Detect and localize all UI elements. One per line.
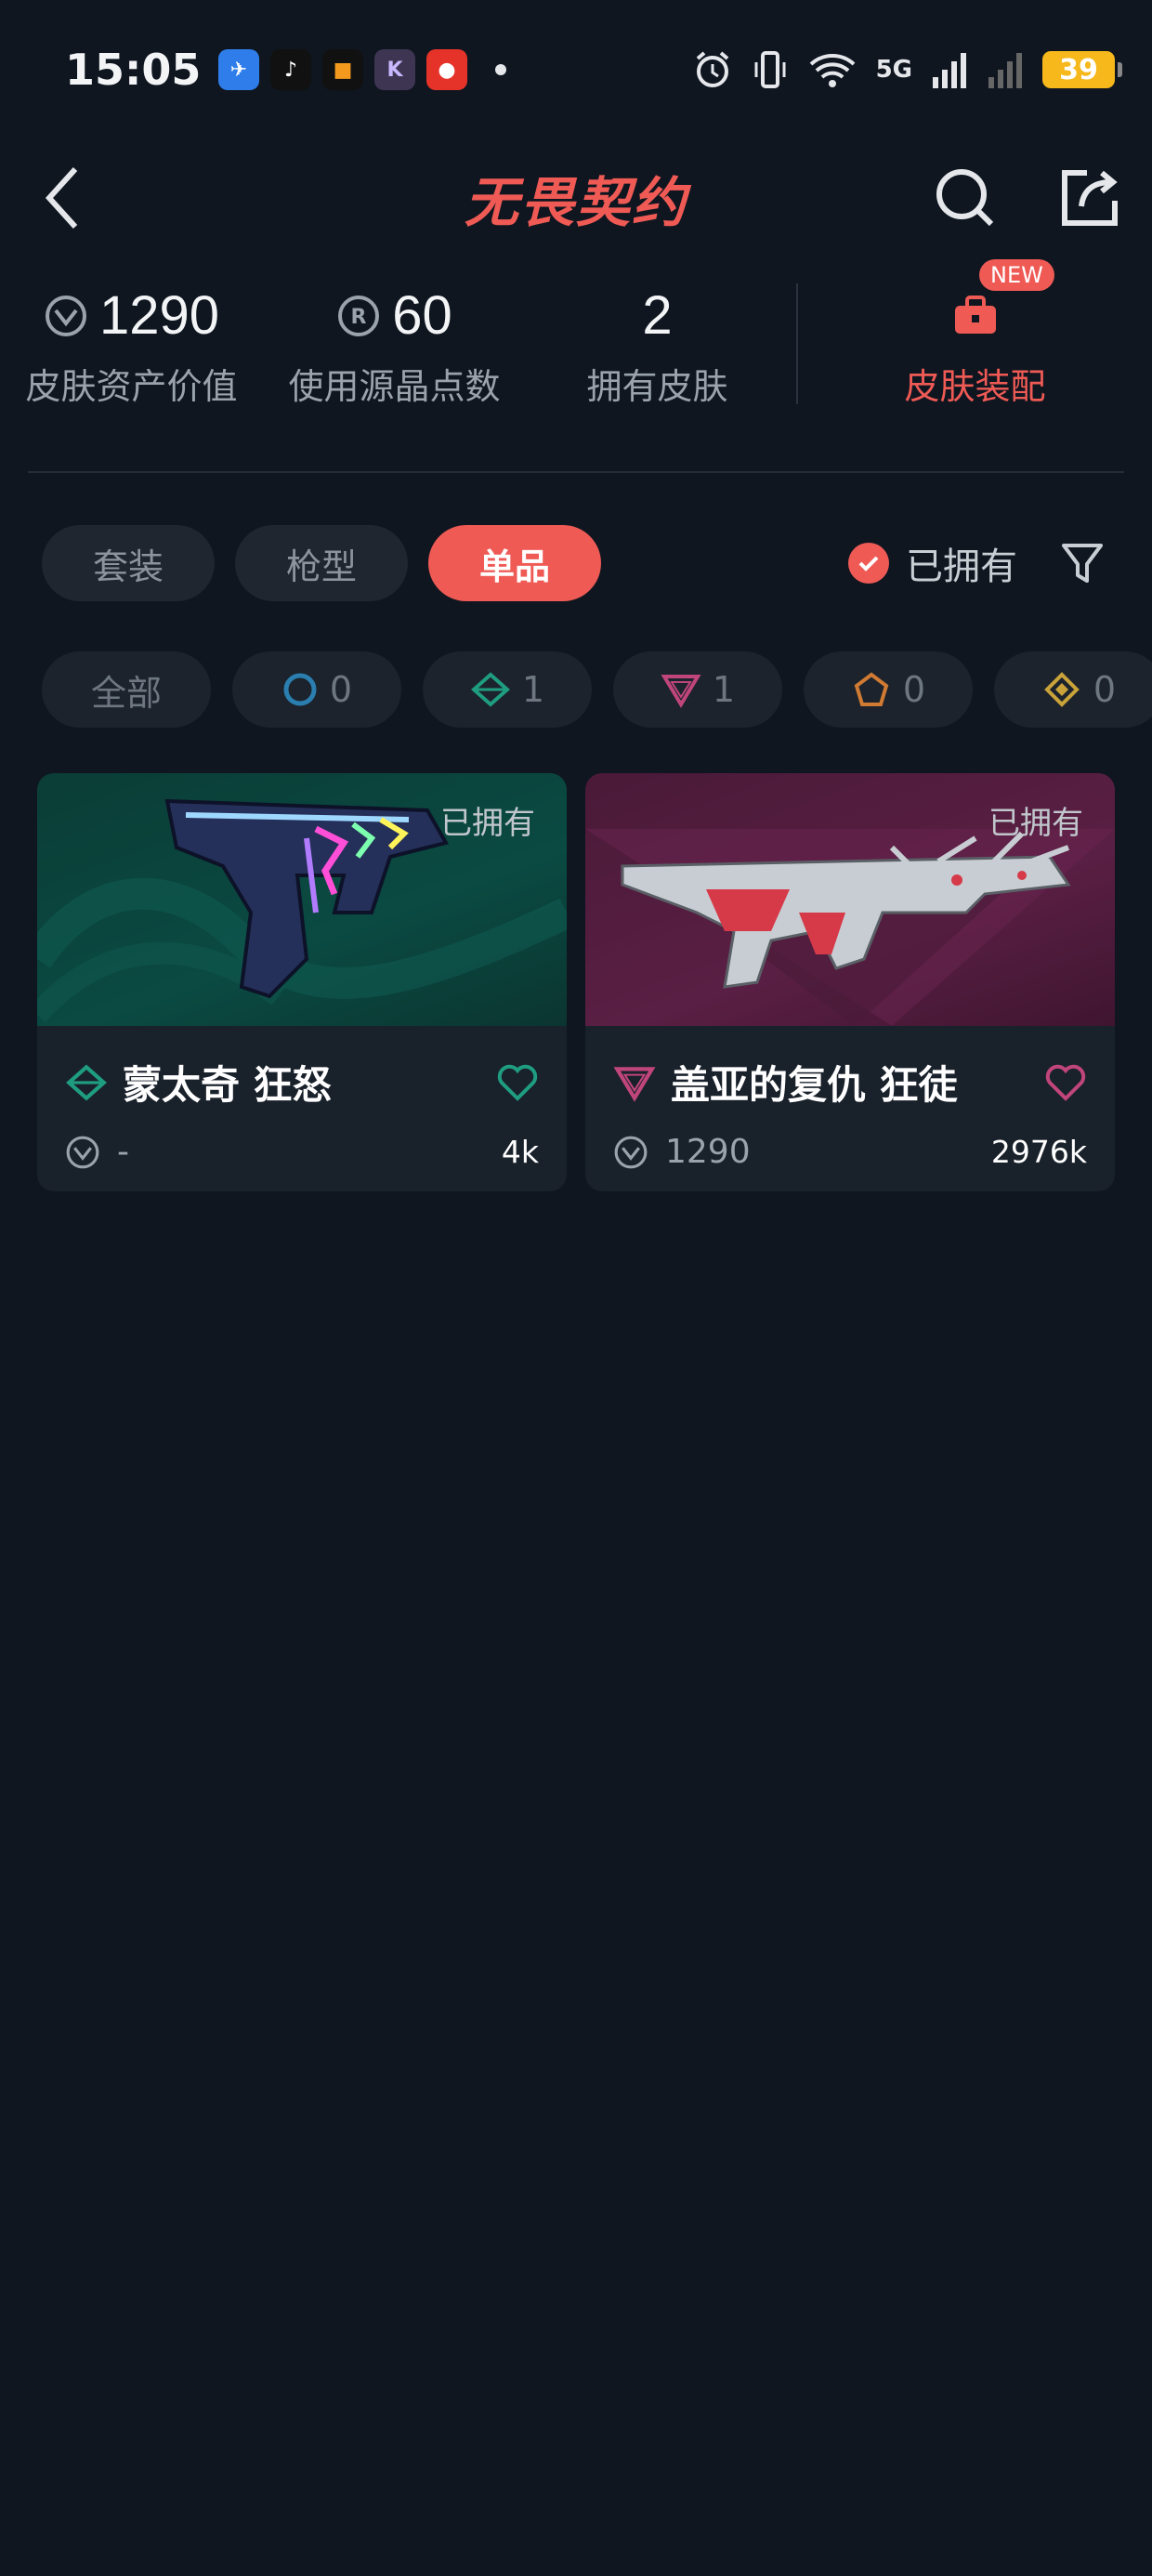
rarity-chip-count: 1 bbox=[521, 669, 545, 710]
heart-icon[interactable] bbox=[1044, 1063, 1087, 1102]
signal-secondary-icon bbox=[988, 53, 1022, 88]
tab-bundles[interactable]: 套装 bbox=[42, 525, 215, 601]
owned-tag: 已拥有 bbox=[440, 805, 535, 842]
search-button[interactable] bbox=[931, 164, 1000, 232]
share-button[interactable] bbox=[1055, 164, 1124, 232]
heart-icon[interactable] bbox=[496, 1063, 539, 1102]
skin-price: 1290 bbox=[665, 1133, 751, 1171]
skin-grid: 已拥有 蒙太奇 狂怒 - 4k 已拥有 盖亚的复仇 狂徒 1290 2976k bbox=[0, 773, 1152, 1191]
radianite-label: 使用源晶点数 bbox=[288, 365, 501, 407]
rarity-chip-premium[interactable]: 1 bbox=[613, 651, 782, 728]
ultra-tier-icon bbox=[854, 672, 889, 706]
like-count: 2976k bbox=[990, 1134, 1087, 1170]
new-badge: NEW bbox=[979, 258, 1054, 291]
signal-icon bbox=[933, 53, 966, 88]
search-icon bbox=[936, 168, 994, 226]
stats-panel: 1290 皮肤资产价值 R 60 使用源晶点数 2 拥有皮肤 NEW 皮肤装配 bbox=[0, 258, 1152, 423]
skin-count: 2 bbox=[642, 285, 673, 346]
filter-button[interactable] bbox=[1054, 535, 1110, 591]
owned-filter-label: 已拥有 bbox=[906, 545, 1017, 588]
section-divider bbox=[28, 471, 1124, 473]
status-bar: 15:05 ✈ ♪ ■ K ● 5G 39 bbox=[0, 0, 1152, 139]
owned-filter-toggle[interactable]: 已拥有 bbox=[848, 536, 1017, 590]
deluxe-tier-icon bbox=[470, 672, 510, 707]
rarity-chip-exclusive[interactable]: 0 bbox=[994, 651, 1152, 728]
skin-equip-button[interactable]: NEW 皮肤装配 bbox=[798, 258, 1152, 409]
asset-value: 1290 bbox=[98, 285, 220, 346]
asset-value-stat: 1290 皮肤资产价值 bbox=[0, 280, 263, 409]
wifi-icon bbox=[809, 54, 855, 87]
svg-text:R: R bbox=[351, 306, 367, 329]
briefcase-icon bbox=[954, 295, 996, 334]
skin-count-label: 拥有皮肤 bbox=[586, 365, 728, 407]
checkmark-icon bbox=[848, 543, 889, 584]
valorant-points-icon bbox=[614, 1136, 648, 1168]
feishu-icon: ✈ bbox=[218, 49, 259, 90]
asset-value-label: 皮肤资产价值 bbox=[25, 365, 238, 407]
radianite-points: 60 bbox=[392, 285, 452, 346]
share-icon bbox=[1062, 169, 1118, 226]
vibrate-icon bbox=[754, 51, 786, 88]
filter-icon bbox=[1062, 544, 1103, 583]
nav-bar: 无畏契约 bbox=[0, 139, 1152, 256]
exclusive-tier-icon bbox=[1044, 672, 1080, 707]
owned-tag: 已拥有 bbox=[988, 805, 1083, 842]
network-type: 5G bbox=[875, 56, 912, 84]
tab-single-items[interactable]: 单品 bbox=[428, 525, 601, 601]
rarity-chip-all[interactable]: 全部 bbox=[42, 651, 211, 728]
deluxe-tier-icon bbox=[66, 1063, 107, 1101]
rarity-chip-select[interactable]: 0 bbox=[232, 651, 401, 728]
rarity-chip-deluxe[interactable]: 1 bbox=[423, 651, 592, 728]
tiktok-icon: ♪ bbox=[270, 49, 311, 90]
skin-image: 已拥有 bbox=[585, 773, 1115, 1026]
red-app-icon: ● bbox=[426, 49, 467, 90]
more-notifications-dot bbox=[495, 64, 506, 75]
radianite-icon: R bbox=[338, 295, 380, 336]
battery-indicator: 39 bbox=[1042, 51, 1122, 88]
skin-card[interactable]: 已拥有 蒙太奇 狂怒 - 4k bbox=[37, 773, 567, 1191]
k-app-icon: K bbox=[374, 49, 415, 90]
premium-tier-icon bbox=[613, 1066, 656, 1102]
rarity-chip-all-label: 全部 bbox=[90, 672, 162, 714]
orange-app-icon: ■ bbox=[322, 49, 363, 90]
like-count: 4k bbox=[501, 1134, 539, 1170]
rarity-chip-count: 0 bbox=[1093, 669, 1117, 710]
skin-card[interactable]: 已拥有 盖亚的复仇 狂徒 1290 2976k bbox=[585, 773, 1115, 1191]
radianite-stat: R 60 使用源晶点数 bbox=[263, 280, 526, 409]
category-tabs: 套装 枪型 单品 已拥有 bbox=[0, 524, 1152, 602]
tab-weapon-type[interactable]: 枪型 bbox=[235, 525, 408, 601]
back-button[interactable] bbox=[28, 164, 97, 232]
alarm-icon bbox=[696, 51, 728, 87]
rarity-filter-row: 全部 0 1 1 0 0 bbox=[0, 651, 1152, 729]
skin-name: 蒙太奇 狂怒 bbox=[123, 1062, 332, 1108]
skin-price: - bbox=[117, 1133, 129, 1171]
skin-equip-label: 皮肤装配 bbox=[904, 365, 1046, 407]
skin-name: 盖亚的复仇 狂徒 bbox=[671, 1062, 958, 1108]
rarity-chip-ultra[interactable]: 0 bbox=[804, 651, 973, 728]
select-tier-icon bbox=[283, 673, 317, 706]
rarity-chip-count: 1 bbox=[712, 669, 736, 710]
chevron-left-icon bbox=[45, 166, 78, 229]
valorant-points-icon bbox=[45, 295, 86, 336]
skin-image: 已拥有 bbox=[37, 773, 567, 1026]
skin-count-stat: 2 拥有皮肤 bbox=[526, 280, 789, 409]
valorant-points-icon bbox=[66, 1136, 99, 1168]
rarity-chip-count: 0 bbox=[902, 669, 926, 710]
notification-icons: ✈ ♪ ■ K ● bbox=[218, 49, 506, 90]
system-icons: 5G 39 bbox=[692, 49, 1122, 90]
premium-tier-icon bbox=[661, 675, 701, 708]
clock: 15:05 bbox=[65, 45, 202, 95]
rarity-chip-count: 0 bbox=[329, 669, 353, 710]
